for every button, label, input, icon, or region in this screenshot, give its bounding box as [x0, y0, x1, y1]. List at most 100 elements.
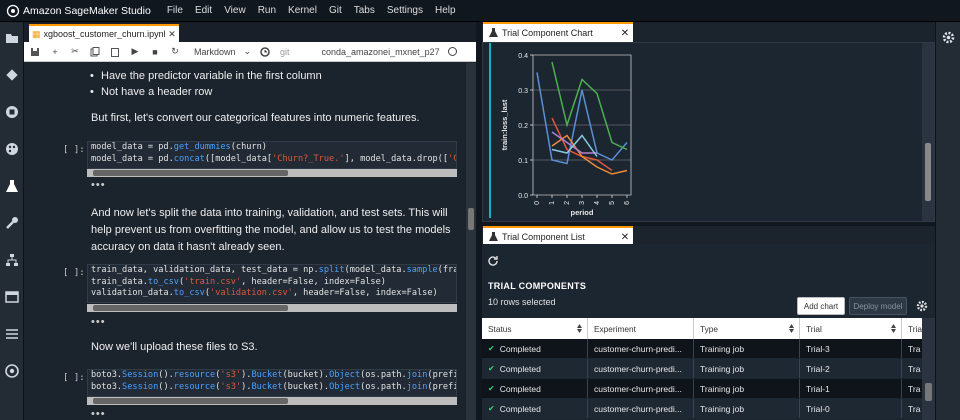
add-cell-icon[interactable]: +: [46, 43, 64, 61]
code-line: train_data, validation_data, test_data =…: [88, 265, 456, 277]
code-cell-1[interactable]: model_data = pd.get_dummies(churn) model_…: [87, 141, 457, 169]
run-icon[interactable]: ▶: [126, 43, 144, 61]
y-tick-label: 0.3: [518, 88, 528, 95]
git-label[interactable]: git: [280, 47, 290, 57]
column-header-type[interactable]: Type: [694, 318, 800, 339]
cut-icon[interactable]: ✂: [66, 43, 84, 61]
x-axis-label: period: [571, 208, 594, 217]
table-row[interactable]: ✔ Completed customer-churn-predi... Trainin…: [482, 399, 922, 418]
output-ellipsis[interactable]: •••: [91, 316, 106, 328]
extension-icon[interactable]: [4, 363, 20, 379]
code-token: (model_data.: [344, 265, 407, 275]
notebook-toolbar: + ✂ ▶ ■ ↻ Markdown ⌄ git conda_amazonei_m…: [24, 42, 476, 62]
menu-bar: Amazon SageMaker Studio File Edit View R…: [0, 0, 960, 22]
menu-tabs[interactable]: Tabs: [348, 5, 381, 16]
table-cell: Training job: [694, 359, 800, 378]
chart-vertical-scrollbar[interactable]: [922, 43, 934, 221]
menu-kernel[interactable]: Kernel: [282, 5, 323, 16]
cell-type-select[interactable]: Markdown ⌄: [194, 46, 254, 57]
trial-components-heading: TRIAL COMPONENTS: [488, 281, 587, 291]
left-sidebar: [0, 22, 24, 420]
menu-help[interactable]: Help: [429, 5, 462, 16]
paste-icon[interactable]: [106, 43, 124, 61]
menu-settings[interactable]: Settings: [381, 5, 429, 16]
sort-icon[interactable]: [890, 322, 897, 335]
table-cell: ✔ Completed: [482, 359, 588, 378]
tab-trial-component-list[interactable]: Trial Component List ✕: [483, 226, 633, 246]
code-token: train_data.: [91, 276, 148, 287]
settings-gear-icon[interactable]: [942, 31, 955, 47]
palette-icon[interactable]: [4, 141, 20, 157]
code-line: boto3.Session().resource('s3').Bucket(bu…: [88, 382, 456, 394]
code-horizontal-scrollbar[interactable]: [87, 169, 457, 177]
menu-git[interactable]: Git: [323, 5, 348, 16]
cell-value: Trial-3: [806, 343, 830, 354]
column-header-trial[interactable]: Trial: [800, 318, 902, 339]
code-token: 'Churn: [448, 153, 456, 164]
experiments-flask-icon[interactable]: [4, 178, 20, 194]
close-icon[interactable]: ✕: [165, 29, 179, 40]
column-header-status[interactable]: Status: [482, 318, 588, 339]
table-vertical-scrollbar[interactable]: [922, 318, 935, 420]
output-ellipsis[interactable]: •••: [91, 408, 106, 420]
code-cell-3[interactable]: boto3.Session().resource('s3').Bucket(bu…: [87, 369, 457, 397]
refresh-icon[interactable]: [487, 255, 501, 269]
table-settings-gear-icon[interactable]: [916, 300, 928, 312]
code-token: 'train.csv': [184, 276, 242, 287]
restart-icon[interactable]: ↻: [166, 43, 184, 61]
table-row[interactable]: ✔ Completed customer-churn-predi... Trainin…: [482, 359, 922, 378]
code-horizontal-scrollbar[interactable]: [87, 397, 457, 405]
sort-icon[interactable]: [576, 322, 583, 335]
tab-notebook-label: xgboost_customer_churn.ipynb: [43, 29, 165, 39]
code-token: (bucket).: [282, 370, 330, 380]
notebook-vertical-scrollbar[interactable]: [466, 63, 476, 420]
table-row[interactable]: ✔ Completed customer-churn-predi... Trainin…: [482, 339, 922, 358]
code-token: 'Churn?_True.': [272, 153, 345, 164]
output-ellipsis[interactable]: •••: [91, 179, 106, 191]
column-header-trial-component[interactable]: Trial co: [902, 318, 922, 339]
trial-loss-chart: 0.0 0.1 0.2 0.3 0.4 0 1 2 3 4 5 6 period train:loss_l…: [500, 53, 632, 217]
table-cell: Trial-0: [800, 399, 902, 418]
close-icon[interactable]: ✕: [617, 28, 633, 39]
menu-view[interactable]: View: [218, 5, 252, 16]
table-cell: customer-churn-predi...: [588, 399, 694, 418]
save-icon[interactable]: [26, 43, 44, 61]
folder-icon[interactable]: [4, 30, 20, 46]
code-token: to_csv: [147, 276, 179, 287]
table-row[interactable]: ✔ Completed customer-churn-predi... Trainin…: [482, 379, 922, 398]
menu-run[interactable]: Run: [252, 5, 282, 16]
copy-icon[interactable]: [86, 43, 104, 61]
clock-icon[interactable]: [256, 43, 274, 61]
code-token: get_dummies: [173, 142, 231, 152]
tab-trial-component-chart[interactable]: Trial Component Chart ✕: [483, 22, 633, 42]
check-icon: ✔: [488, 344, 495, 353]
column-header-experiment[interactable]: Experiment: [588, 318, 694, 339]
git-icon[interactable]: [4, 67, 20, 83]
table-cell: ✔ Completed: [482, 399, 588, 418]
series-line: [551, 131, 597, 154]
list-icon[interactable]: [4, 326, 20, 342]
code-token: boto3.: [91, 381, 123, 392]
cell-prompt: [ ]:: [63, 373, 85, 383]
markdown-text: And now let's split the data into traini…: [91, 207, 448, 219]
cell-value: Training job: [700, 343, 745, 354]
window-icon[interactable]: [4, 289, 20, 305]
tab-notebook[interactable]: ▦ xgboost_customer_churn.ipynb ✕: [29, 24, 179, 42]
code-cell-2[interactable]: train_data, validation_data, test_data =…: [87, 264, 457, 303]
code-token: validation_data.: [91, 288, 174, 298]
menu-edit[interactable]: Edit: [189, 5, 218, 16]
kernel-name[interactable]: conda_amazonei_mxnet_p27: [322, 47, 440, 57]
sort-icon[interactable]: [788, 322, 795, 335]
stop-icon[interactable]: ■: [146, 43, 164, 61]
code-horizontal-scrollbar[interactable]: [87, 304, 457, 312]
cell-value: customer-churn-predi...: [594, 383, 682, 394]
table-header: Status Experiment Type Trial Trial co: [482, 318, 922, 339]
running-kernels-icon[interactable]: [4, 104, 20, 120]
close-icon[interactable]: ✕: [617, 232, 633, 243]
network-icon[interactable]: [4, 252, 20, 268]
menu-file[interactable]: File: [161, 5, 189, 16]
deploy-model-button[interactable]: Deploy model: [849, 297, 907, 315]
code-token: join: [406, 381, 428, 392]
add-chart-button[interactable]: Add chart: [797, 297, 845, 315]
wrench-icon[interactable]: [4, 215, 20, 231]
